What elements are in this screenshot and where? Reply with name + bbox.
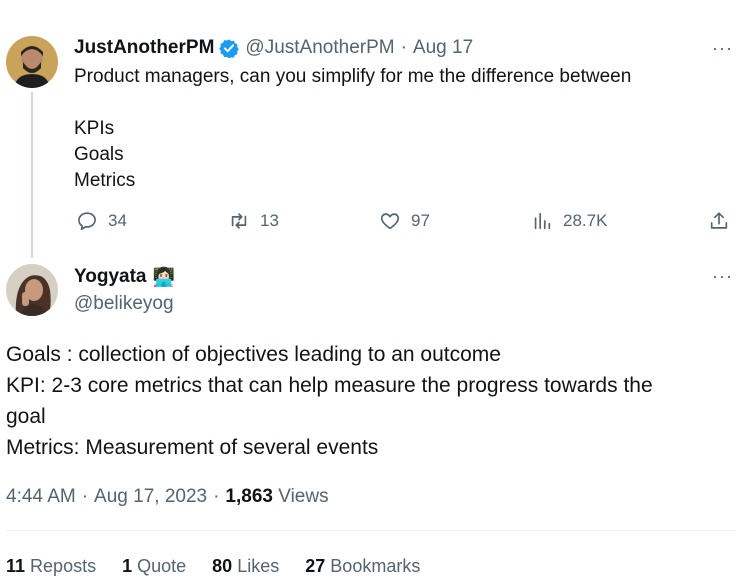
tweet-header: JustAnotherPM @JustAnotherPM · Aug 17: [74, 37, 473, 59]
repost-button[interactable]: 13: [228, 210, 279, 232]
reposts-label: Reposts: [30, 556, 97, 576]
avatar-yogyata[interactable]: [6, 264, 58, 316]
reply-text-line: Metrics: Measurement of several events: [6, 436, 379, 459]
meta-separator: ·: [81, 486, 89, 507]
reply-text-line: KPI: 2-3 core metrics that can help meas…: [6, 374, 653, 397]
thread-connector-line: [31, 92, 33, 258]
like-count: 97: [411, 211, 430, 230]
tweet-list-item: Goals: [74, 144, 124, 165]
heart-icon: [380, 213, 400, 230]
author-display-name[interactable]: JustAnotherPM: [74, 37, 214, 59]
reply-header: Yogyata 👩🏻‍💻: [74, 266, 175, 288]
tweet-list-item: Metrics: [74, 170, 136, 191]
reply-time[interactable]: 4:44 AM: [6, 486, 76, 508]
quote-label: Quote: [137, 556, 187, 576]
likes-label: Likes: [237, 556, 280, 576]
views-button[interactable]: 28.7K: [531, 210, 607, 232]
verified-badge-icon: [219, 38, 240, 58]
analytics-icon: [534, 212, 551, 230]
divider: [6, 530, 737, 531]
reply-button[interactable]: 34: [76, 210, 127, 232]
reply-count: 34: [108, 211, 127, 230]
reply-author-handle[interactable]: @belikeyog: [74, 293, 174, 315]
meta-separator: ·: [213, 486, 220, 507]
repost-count: 13: [260, 211, 279, 230]
quotes-stat[interactable]: 1 Quote: [122, 556, 186, 577]
views-label: Views: [278, 486, 329, 507]
views-stat: 1,863 Views: [225, 486, 328, 508]
avatar-justanotherpm[interactable]: [6, 36, 58, 88]
more-options-icon[interactable]: ···: [712, 266, 733, 287]
reply-text-line: goal: [6, 405, 46, 428]
engagement-stats: 11 Reposts 1 Quote 80 Likes 27 Bookmarks: [6, 556, 420, 577]
share-button[interactable]: [708, 210, 730, 232]
bookmarks-stat[interactable]: 27 Bookmarks: [305, 556, 420, 577]
tweet-text-line: Product managers, can you simplify for m…: [74, 66, 632, 87]
share-icon: [710, 212, 728, 229]
bookmarks-count: 27: [305, 556, 326, 576]
reply-text-line: Goals : collection of objectives leading…: [6, 343, 501, 366]
reply-body: Goals : collection of objectives leading…: [6, 339, 741, 463]
reply-date[interactable]: Aug 17, 2023: [94, 486, 207, 508]
quote-count: 1: [122, 556, 133, 576]
reply-icon: [78, 212, 96, 231]
like-button[interactable]: 97: [379, 210, 430, 232]
likes-count: 80: [212, 556, 233, 576]
likes-stat[interactable]: 80 Likes: [212, 556, 279, 577]
reply-meta: 4:44 AM · Aug 17, 2023 · 1,863 Views: [6, 486, 329, 508]
more-options-icon[interactable]: ···: [712, 38, 733, 59]
header-separator: ·: [400, 37, 407, 58]
reply-author-display-name[interactable]: Yogyata: [74, 266, 147, 288]
repost-icon: [231, 213, 247, 229]
author-handle[interactable]: @JustAnotherPM: [245, 37, 394, 59]
reposts-count: 11: [6, 556, 26, 576]
avatar-image: [6, 36, 58, 88]
tweet-date[interactable]: Aug 17: [413, 37, 473, 59]
reposts-stat[interactable]: 11 Reposts: [6, 556, 96, 577]
views-count: 1,863: [225, 486, 273, 507]
tweet-list-item: KPIs: [74, 118, 115, 139]
bookmarks-label: Bookmarks: [330, 556, 421, 576]
avatar-image: [6, 264, 58, 316]
technologist-emoji-icon: 👩🏻‍💻: [152, 266, 175, 287]
view-count: 28.7K: [563, 211, 608, 230]
